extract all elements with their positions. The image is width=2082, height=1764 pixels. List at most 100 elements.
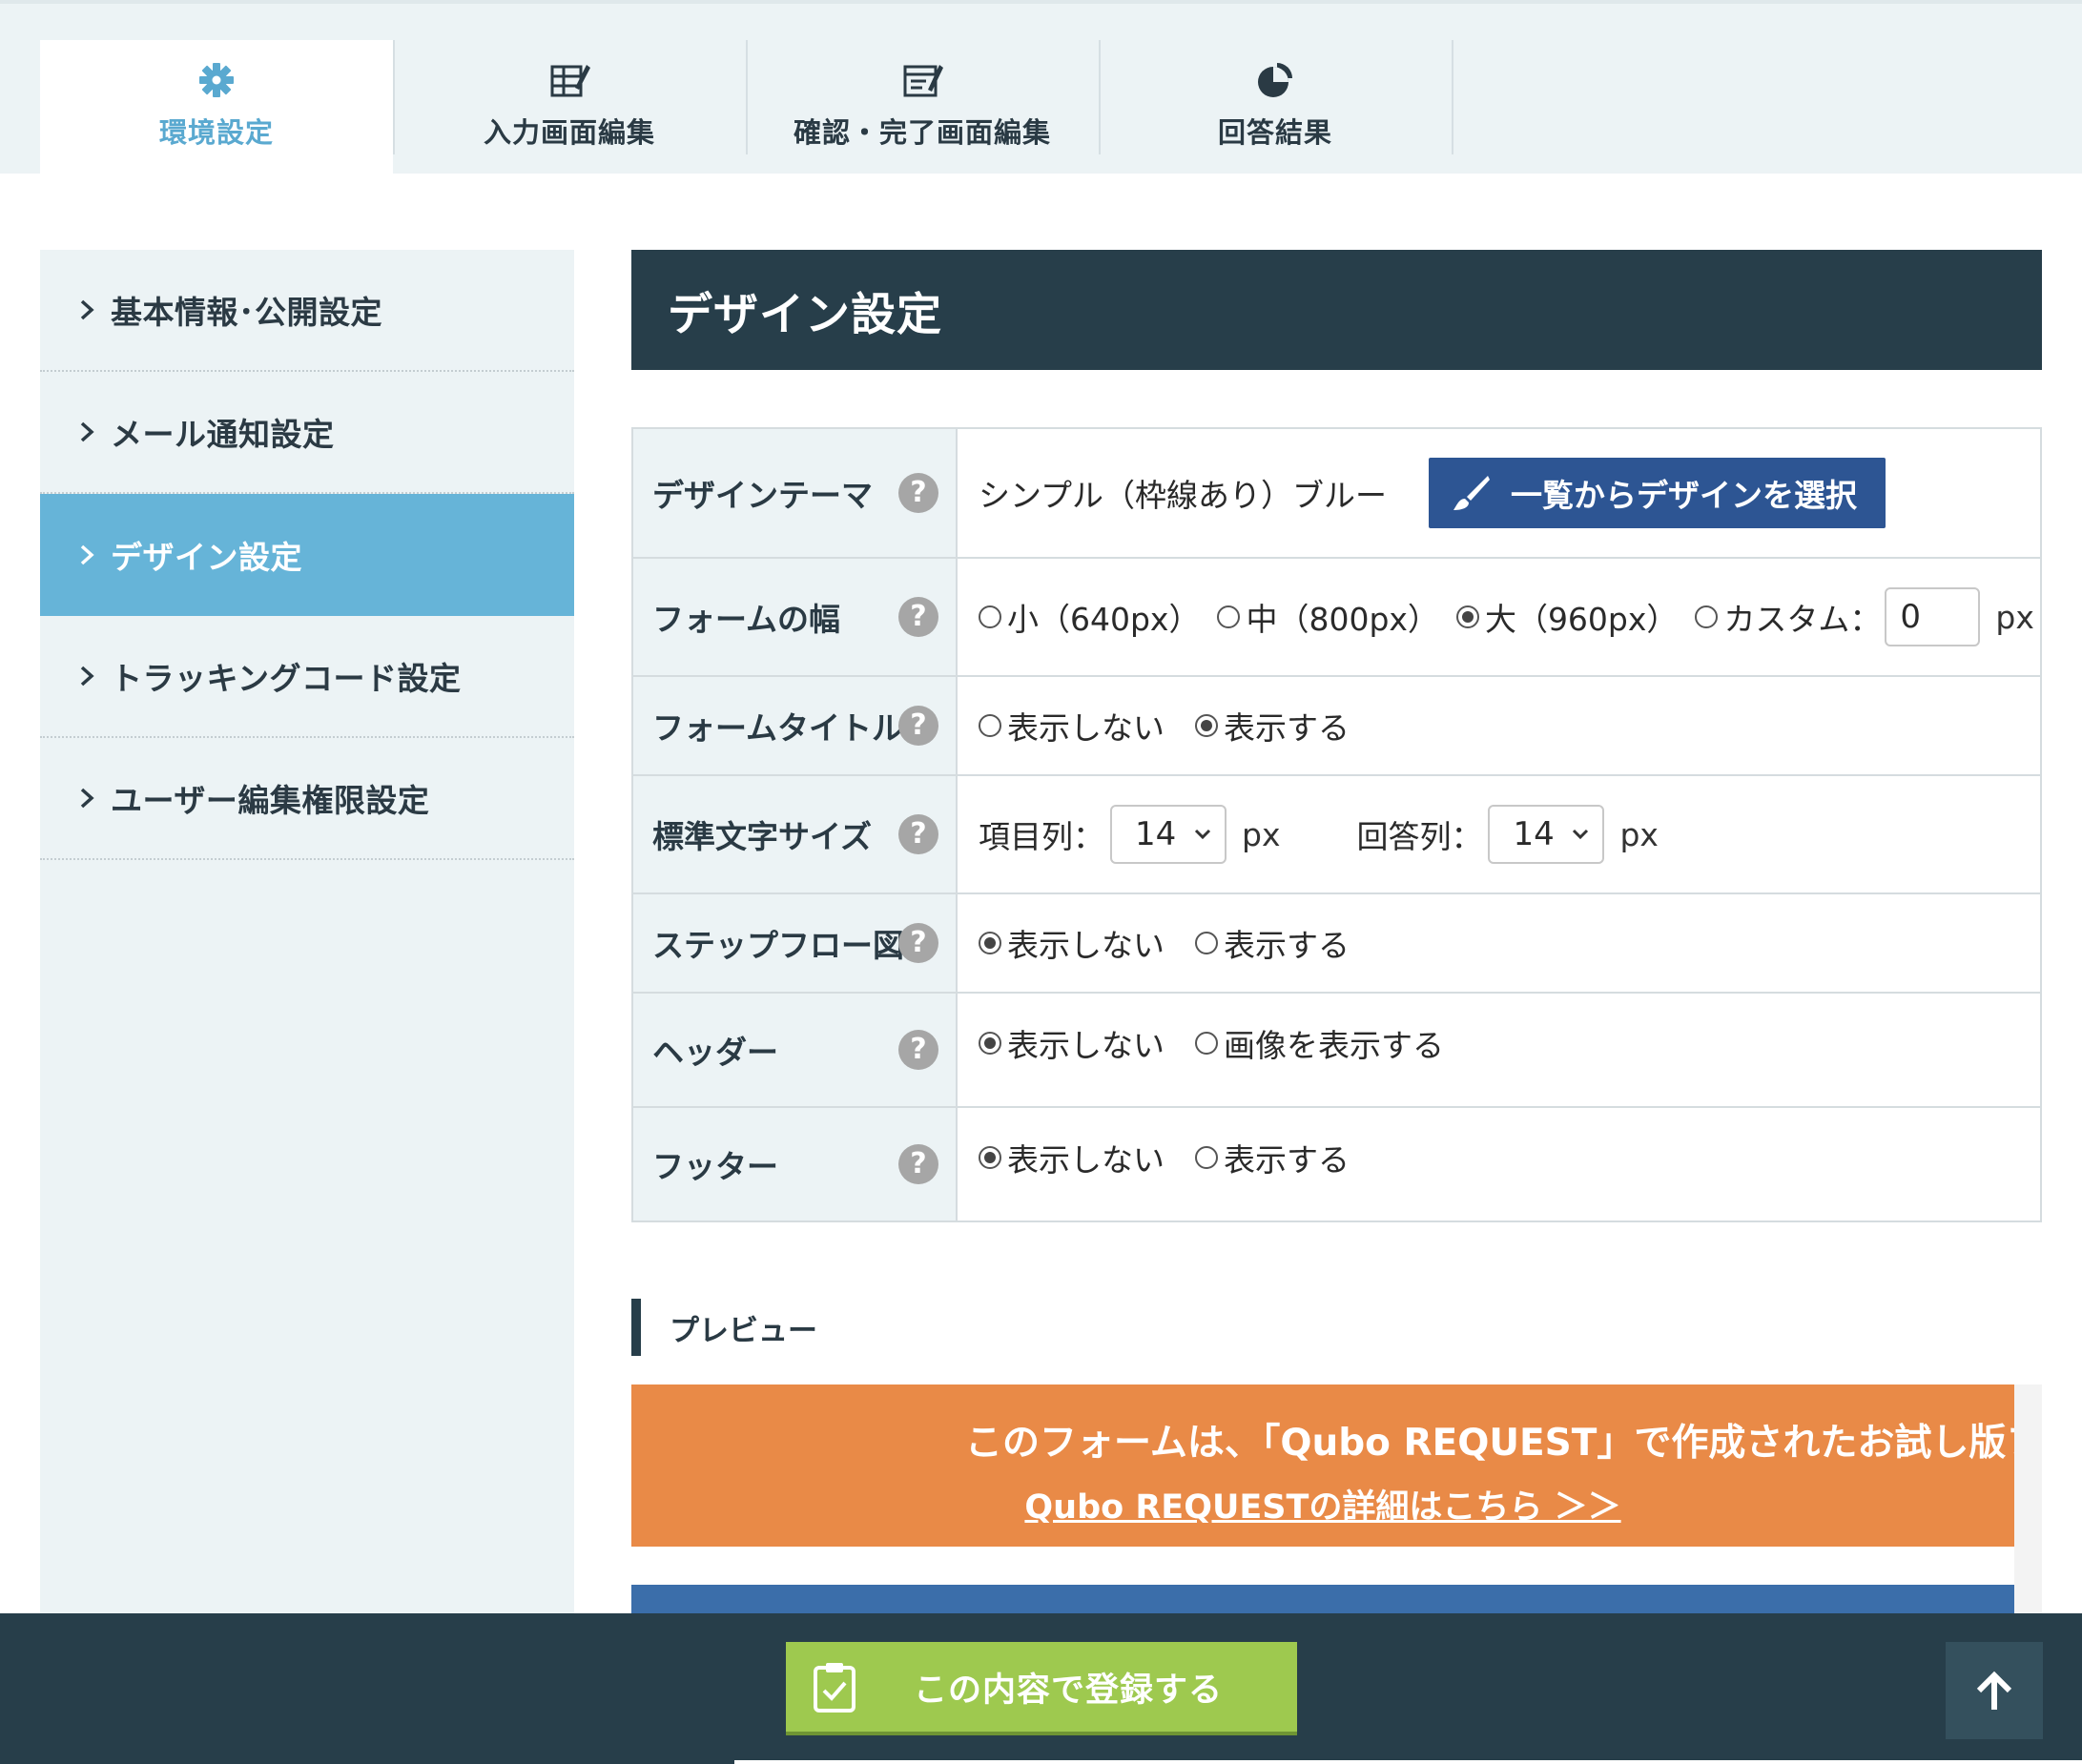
unit-label: px [1995, 598, 2034, 636]
row-value-cell: シンプル（枠線あり）ブルー 一覧からデザインを選択 [956, 427, 2042, 559]
radio-button[interactable] [1195, 932, 1218, 954]
row-design-theme: デザインテーマ ? シンプル（枠線あり）ブルー 一覧からデザインを選択 [631, 427, 2042, 559]
help-icon[interactable]: ? [898, 923, 938, 963]
footer-option-hide[interactable]: 表示しない [979, 1135, 1165, 1180]
sidebar-item-label: メール通知設定 [111, 416, 335, 453]
help-icon[interactable]: ? [898, 1144, 938, 1184]
top-edge [0, 0, 2082, 4]
form-title-option-show[interactable]: 表示する [1195, 703, 1350, 749]
row-value-cell: 小（640px） 中（800px） 大（960px） カスタム： 0 px [956, 557, 2042, 677]
radio-button[interactable] [1217, 605, 1241, 628]
tab-confirm-complete-screen-edit[interactable]: 確認・完了画面編集 [746, 40, 1099, 174]
radio-label: 大（960px） [1484, 601, 1679, 638]
arrow-up-icon [1976, 1671, 2012, 1710]
help-icon[interactable]: ? [898, 706, 938, 746]
width-option-medium[interactable]: 中（800px） [1217, 594, 1439, 640]
help-icon[interactable]: ? [898, 814, 938, 854]
radio-button[interactable] [1195, 1032, 1218, 1055]
submit-button[interactable]: この内容で登録する [786, 1642, 1297, 1735]
custom-width-input[interactable]: 0 [1885, 587, 1981, 646]
radio-button[interactable] [1455, 605, 1479, 628]
scroll-to-top-button[interactable] [1946, 1642, 2043, 1739]
page-title: デザイン設定 [668, 288, 942, 341]
sidebar-item-label: デザイン設定 [111, 539, 302, 576]
top-tab-bar: 環境設定 入力画面編集 確認・完了画面編集 回答結果 [0, 0, 2082, 174]
sidebar-item-tracking-code[interactable]: トラッキングコード設定 [40, 616, 574, 738]
bottom-action-bar: この内容で登録する [0, 1613, 2082, 1764]
form-edit-icon [903, 65, 943, 97]
width-option-large[interactable]: 大（960px） [1455, 594, 1679, 640]
row-form-title: フォームタイトル ? 表示しない 表示する [631, 675, 2042, 776]
item-column-label: 項目列： [979, 818, 1104, 855]
help-icon[interactable]: ? [898, 473, 938, 513]
row-form-width: フォームの幅 ? 小（640px） 中（800px） 大（960px） カスタム… [631, 557, 2042, 677]
chevron-right-icon [80, 299, 94, 320]
row-step-flow: ステップフロー図 ? 表示しない 表示する [631, 892, 2042, 994]
footer-option-show[interactable]: 表示する [1195, 1135, 1350, 1180]
select-design-button-label: 一覧からデザインを選択 [1511, 477, 1858, 514]
radio-label: 表示しない [1007, 927, 1165, 964]
row-value-cell: 表示しない 表示する [956, 675, 2042, 776]
row-label-cell: フォームの幅 ? [631, 557, 958, 677]
item-font-size-select[interactable]: 14 [1110, 805, 1227, 864]
sidebar-item-user-permissions[interactable]: ユーザー編集権限設定 [40, 738, 574, 860]
chevron-right-icon [80, 544, 94, 565]
sidebar-item-basic-info[interactable]: 基本情報･公開設定 [40, 250, 574, 372]
sidebar-item-label: トラッキングコード設定 [111, 660, 462, 697]
sidebar: 基本情報･公開設定 メール通知設定 デザイン設定 トラッキングコード設定 ユーザ… [40, 250, 574, 1613]
row-value-cell: 項目列： 14 px 回答列： 14 px [956, 774, 2042, 894]
radio-button[interactable] [979, 714, 1001, 737]
step-flow-option-show[interactable]: 表示する [1195, 920, 1350, 966]
answer-column-label: 回答列： [1356, 818, 1483, 855]
radio-button[interactable] [1195, 1146, 1218, 1169]
preview-scrollbar[interactable] [2014, 1385, 2042, 1613]
radio-button[interactable] [979, 1032, 1001, 1055]
radio-label: 画像を表示する [1224, 1027, 1444, 1064]
preview-form-header [631, 1585, 2014, 1613]
radio-label: カスタム： [1723, 601, 1882, 638]
width-option-custom[interactable]: カスタム： [1695, 594, 1881, 640]
row-value-cell: 表示しない 表示する [956, 892, 2042, 994]
tab-separator [1452, 40, 1453, 154]
clipboard-check-icon [814, 1663, 855, 1713]
answer-font-size-select[interactable]: 14 [1488, 805, 1605, 864]
step-flow-option-hide[interactable]: 表示しない [979, 920, 1165, 966]
radio-label: 表示する [1224, 709, 1350, 747]
pie-chart-icon [1258, 63, 1292, 97]
form-title-option-hide[interactable]: 表示しない [979, 703, 1165, 749]
row-value-cell: 表示しない 表示する [956, 1106, 2042, 1222]
header-option-hide[interactable]: 表示しない [979, 1020, 1165, 1066]
row-label: ステップフロー図 [652, 927, 904, 964]
help-icon[interactable]: ? [898, 597, 938, 637]
radio-button[interactable] [1195, 714, 1218, 737]
sidebar-item-design-settings[interactable]: デザイン設定 [40, 494, 574, 616]
width-option-small[interactable]: 小（640px） [979, 594, 1200, 640]
help-icon[interactable]: ? [898, 1030, 938, 1070]
trial-banner-link[interactable]: Qubo REQUESTの詳細はこちら ＞＞ [631, 1480, 2014, 1528]
radio-button[interactable] [979, 605, 1001, 628]
trial-banner: このフォームは、「Qubo REQUEST」で作成されたお試し版フォーム Qub… [631, 1385, 2014, 1547]
tab-answer-results[interactable]: 回答結果 [1099, 40, 1452, 174]
row-label-cell: ヘッダー ? [631, 992, 958, 1108]
trial-banner-text: このフォームは、「Qubo REQUEST」で作成されたお試し版フォーム [965, 1422, 2014, 1465]
header-option-show-image[interactable]: 画像を表示する [1195, 1020, 1444, 1066]
row-value-cell: 表示しない 画像を表示する [956, 992, 2042, 1108]
row-header: ヘッダー ? 表示しない 画像を表示する [631, 992, 2042, 1108]
select-design-button[interactable]: 一覧からデザインを選択 [1429, 458, 1886, 528]
sidebar-item-mail-notification[interactable]: メール通知設定 [40, 372, 574, 494]
tab-input-screen-edit[interactable]: 入力画面編集 [393, 40, 746, 174]
sidebar-item-label: ユーザー編集権限設定 [111, 782, 430, 819]
unit-label: px [1242, 815, 1281, 853]
radio-button[interactable] [979, 1146, 1001, 1169]
radio-button[interactable] [979, 932, 1001, 954]
tab-environment-settings[interactable]: 環境設定 [40, 40, 393, 174]
gear-icon [199, 63, 234, 97]
radio-label: 表示しない [1007, 1141, 1165, 1179]
radio-button[interactable] [1695, 605, 1719, 628]
row-label: ヘッダー [652, 1034, 778, 1071]
row-label-cell: デザインテーマ ? [631, 427, 958, 559]
radio-label: 表示する [1224, 1141, 1350, 1179]
paintbrush-icon [1453, 476, 1491, 510]
row-label: フッター [652, 1148, 778, 1185]
radio-label: 表示しない [1007, 709, 1165, 747]
